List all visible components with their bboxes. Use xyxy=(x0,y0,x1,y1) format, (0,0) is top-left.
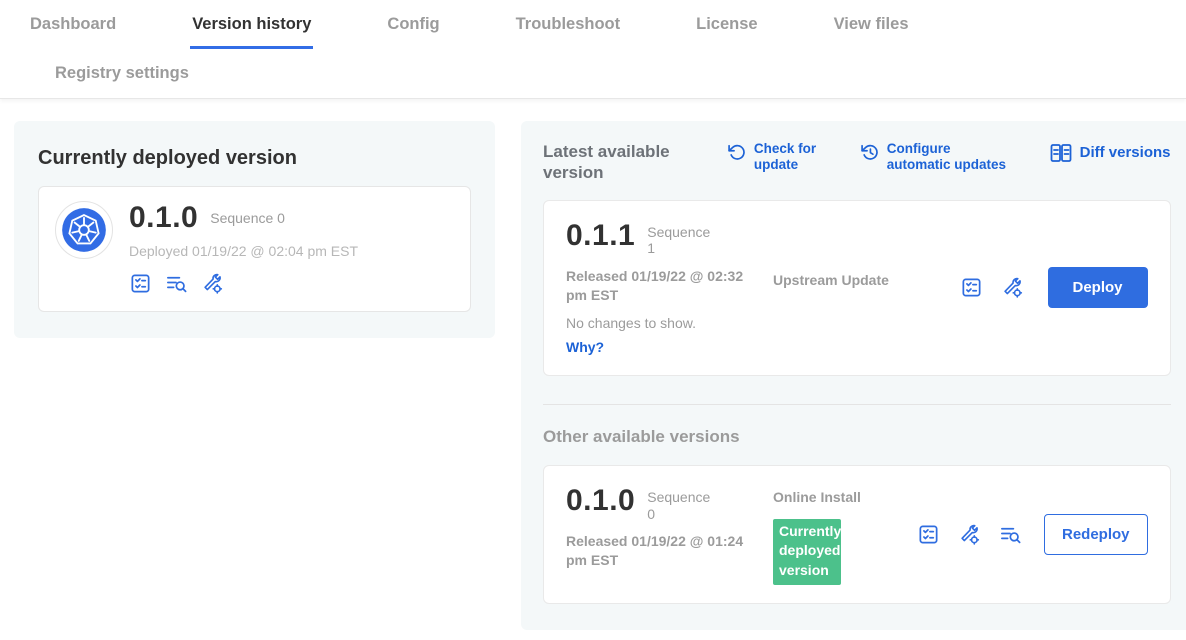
edit-config-icon[interactable] xyxy=(201,272,224,295)
latest-available-title: Latest available version xyxy=(543,141,693,184)
latest-sequence-label: Sequence 1 xyxy=(647,224,711,258)
other-sequence-label: Sequence 0 xyxy=(647,489,711,523)
nav-row-1: Dashboard Version history Config Trouble… xyxy=(0,0,1186,49)
other-released-timestamp: Released 01/19/22 @ 01:24 pm EST xyxy=(566,532,751,570)
why-link[interactable]: Why? xyxy=(566,339,604,355)
deployed-timestamp: Deployed 01/19/22 @ 02:04 pm EST xyxy=(129,243,358,259)
latest-version-card: 0.1.1 Sequence 1 Released 01/19/22 @ 02:… xyxy=(543,200,1171,376)
app-avatar xyxy=(55,201,113,259)
deploy-button[interactable]: Deploy xyxy=(1048,267,1148,308)
deployed-version-card: 0.1.0 Sequence 0 Deployed 01/19/22 @ 02:… xyxy=(38,186,471,312)
latest-available-panel: Latest available version Check for updat… xyxy=(521,121,1186,630)
latest-version-number: 0.1.1 xyxy=(566,219,635,253)
install-type-label: Online Install xyxy=(773,489,861,505)
nav-row-2: Registry settings xyxy=(0,49,1186,98)
other-versions-title: Other available versions xyxy=(543,427,1171,447)
tab-troubleshoot[interactable]: Troubleshoot xyxy=(514,0,623,49)
other-version-card: 0.1.0 Sequence 0 Released 01/19/22 @ 01:… xyxy=(543,465,1171,604)
tab-dashboard[interactable]: Dashboard xyxy=(28,0,118,49)
edit-config-icon[interactable] xyxy=(958,523,981,546)
configure-automatic-updates-label: Configure automatic updates xyxy=(887,141,1015,173)
top-nav: Dashboard Version history Config Trouble… xyxy=(0,0,1186,99)
release-notes-icon[interactable] xyxy=(129,272,152,295)
release-notes-icon[interactable] xyxy=(960,276,983,299)
no-changes-text: No changes to show. xyxy=(566,315,751,331)
auto-update-icon xyxy=(860,142,880,162)
diff-icon xyxy=(1049,141,1073,165)
currently-deployed-badge: Currently deployed version xyxy=(773,519,841,585)
redeploy-button[interactable]: Redeploy xyxy=(1044,514,1148,555)
kubernetes-logo-icon xyxy=(61,207,107,253)
configure-automatic-updates-button[interactable]: Configure automatic updates xyxy=(860,141,1015,173)
main-content: Currently deployed version 0.1.0 Sequenc… xyxy=(0,99,1186,630)
currently-deployed-title: Currently deployed version xyxy=(38,147,471,170)
currently-deployed-panel: Currently deployed version 0.1.0 Sequenc… xyxy=(14,121,495,338)
deployed-version-number: 0.1.0 xyxy=(129,201,198,235)
diff-versions-button[interactable]: Diff versions xyxy=(1049,141,1171,165)
check-for-update-label: Check for update xyxy=(754,141,826,173)
view-logs-icon[interactable] xyxy=(999,523,1022,546)
edit-config-icon[interactable] xyxy=(1001,276,1024,299)
tab-view-files[interactable]: View files xyxy=(832,0,911,49)
check-for-update-button[interactable]: Check for update xyxy=(727,141,826,173)
tab-config[interactable]: Config xyxy=(385,0,441,49)
release-notes-icon[interactable] xyxy=(917,523,940,546)
other-versions-section: Other available versions 0.1.0 Sequence … xyxy=(543,404,1171,604)
refresh-icon xyxy=(727,142,747,162)
other-version-number: 0.1.0 xyxy=(566,484,635,518)
other-source-label: Online Install Currently deployed versio… xyxy=(773,488,895,585)
diff-versions-label: Diff versions xyxy=(1080,144,1171,162)
tab-version-history[interactable]: Version history xyxy=(190,0,313,49)
tab-license[interactable]: License xyxy=(694,0,759,49)
latest-source-label: Upstream Update xyxy=(773,271,895,290)
deployed-sequence-label: Sequence 0 xyxy=(210,210,285,226)
tab-registry-settings[interactable]: Registry settings xyxy=(53,49,191,98)
view-logs-icon[interactable] xyxy=(165,272,188,295)
latest-released-timestamp: Released 01/19/22 @ 02:32 pm EST xyxy=(566,267,751,305)
